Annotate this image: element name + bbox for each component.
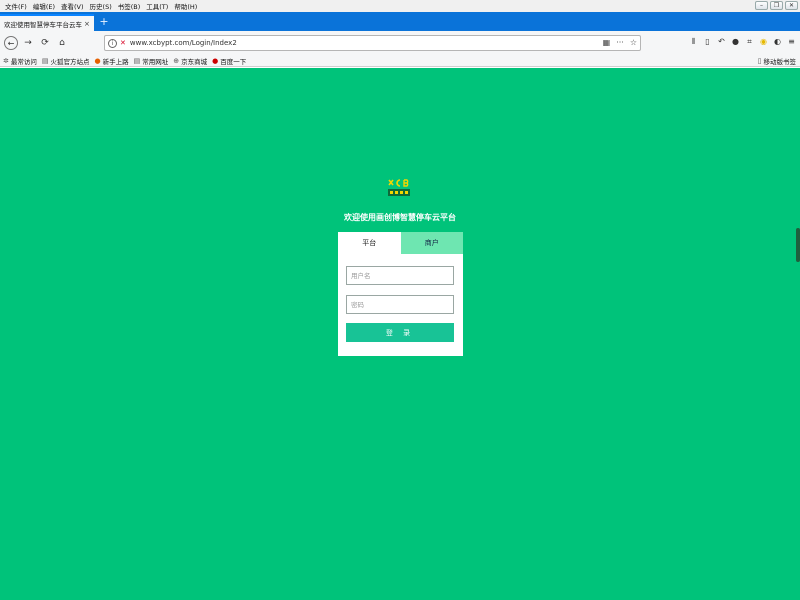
- login-page: 欢迎使用画创博智慧停车云平台 平台 商户 登 录: [0, 68, 800, 600]
- firefox-icon: ●: [94, 56, 101, 65]
- menu-help[interactable]: 帮助(H): [171, 1, 200, 11]
- bookmark-most-visited[interactable]: ✲ 最常访问: [3, 56, 37, 66]
- window-controls: – ❐ ✕: [755, 1, 798, 10]
- mobile-bookmarks[interactable]: ▯ 移动版书签: [758, 55, 796, 67]
- mobile-icon: ▯: [757, 57, 762, 65]
- navigation-bar: ← → ⟳ ⌂ i ✕ www.xcbypt.com/Login/Index2 …: [0, 31, 800, 55]
- url-text[interactable]: www.xcbypt.com/Login/Index2: [130, 39, 237, 47]
- tab-title: 欢迎使用智慧停车平台云车场 - 登录: [4, 20, 82, 29]
- back-icon[interactable]: ←: [4, 36, 18, 50]
- restore-icon[interactable]: ❐: [770, 1, 783, 10]
- bookmark-firefox-site[interactable]: ▤ 火狐官方站点: [42, 56, 90, 66]
- new-tab-icon[interactable]: +: [97, 15, 111, 29]
- globe-icon: ⊕: [173, 56, 180, 65]
- bookmark-baidu[interactable]: ● 百度一下: [212, 56, 246, 66]
- menu-file[interactable]: 文件(F): [2, 1, 30, 11]
- menu-view[interactable]: 查看(V): [58, 1, 87, 11]
- menu-tools[interactable]: 工具(T): [143, 1, 171, 11]
- tab-merchant[interactable]: 商户: [400, 232, 463, 254]
- url-bar[interactable]: i ✕ www.xcbypt.com/Login/Index2 ▦ ··· ☆: [104, 35, 641, 51]
- tab-strip: 欢迎使用智慧停车平台云车场 - 登录 × +: [0, 12, 800, 31]
- shield-extension-icon[interactable]: ◐: [773, 36, 782, 48]
- minimize-icon[interactable]: –: [755, 1, 768, 10]
- home-icon[interactable]: ⌂: [55, 36, 69, 50]
- close-window-icon[interactable]: ✕: [785, 1, 798, 10]
- page-icon: ▤: [41, 56, 49, 65]
- bookmark-getting-started[interactable]: ● 新手上路: [95, 56, 129, 66]
- menu-bar: 文件(F) 编辑(E) 查看(V) 历史(S) 书签(B) 工具(T) 帮助(H…: [0, 0, 800, 12]
- url-actions: ▦ ··· ☆: [603, 38, 637, 47]
- baidu-icon: ●: [212, 56, 219, 65]
- gear-icon: ✲: [3, 56, 9, 65]
- sidebar-icon[interactable]: ▯: [703, 36, 712, 48]
- logo: [386, 177, 412, 199]
- screenshot-icon[interactable]: ⌗: [745, 36, 754, 48]
- browser-tab[interactable]: 欢迎使用智慧停车平台云车场 - 登录 ×: [0, 14, 94, 31]
- menu-edit[interactable]: 编辑(E): [30, 1, 58, 11]
- password-input[interactable]: [346, 295, 454, 314]
- tab-close-icon[interactable]: ×: [84, 20, 90, 28]
- bookmark-star-icon[interactable]: ☆: [630, 38, 637, 47]
- username-input[interactable]: [346, 266, 454, 285]
- side-scroll-handle[interactable]: [796, 228, 800, 262]
- bookmark-jd[interactable]: ⊕ 京东商城: [173, 56, 207, 66]
- menu-icon[interactable]: ≡: [787, 36, 796, 48]
- welcome-title: 欢迎使用画创博智慧停车云平台: [344, 213, 456, 222]
- toolbar-icons: ⫴ ▯ ↶ ● ⌗ ◉ ◐ ≡: [689, 36, 796, 48]
- login-card: 平台 商户 登 录: [338, 232, 463, 356]
- page-actions-icon[interactable]: ···: [616, 38, 624, 47]
- bookmarks-bar: ✲ 最常访问 ▤ 火狐官方站点 ● 新手上路 ▤ 常用网址 ⊕ 京东商城 ● 百…: [0, 55, 800, 67]
- login-tabs: 平台 商户: [338, 232, 463, 254]
- undo-close-icon[interactable]: ↶: [717, 36, 726, 48]
- qr-code-icon[interactable]: ▦: [603, 38, 611, 47]
- bookmark-common-sites[interactable]: ▤ 常用网址: [134, 56, 169, 66]
- menu-bookmarks[interactable]: 书签(B): [115, 1, 144, 11]
- chat-icon[interactable]: ●: [731, 36, 740, 48]
- menu-history[interactable]: 历史(S): [87, 1, 115, 11]
- extension-icon[interactable]: ◉: [759, 36, 768, 48]
- tracking-shield-icon[interactable]: ✕: [120, 39, 126, 47]
- tab-platform[interactable]: 平台: [338, 232, 401, 254]
- info-icon[interactable]: i: [108, 38, 117, 48]
- page-icon: ▤: [133, 56, 141, 65]
- login-button[interactable]: 登 录: [346, 323, 454, 342]
- forward-icon[interactable]: →: [21, 36, 35, 50]
- reload-icon[interactable]: ⟳: [38, 36, 52, 50]
- library-icon[interactable]: ⫴: [689, 36, 698, 48]
